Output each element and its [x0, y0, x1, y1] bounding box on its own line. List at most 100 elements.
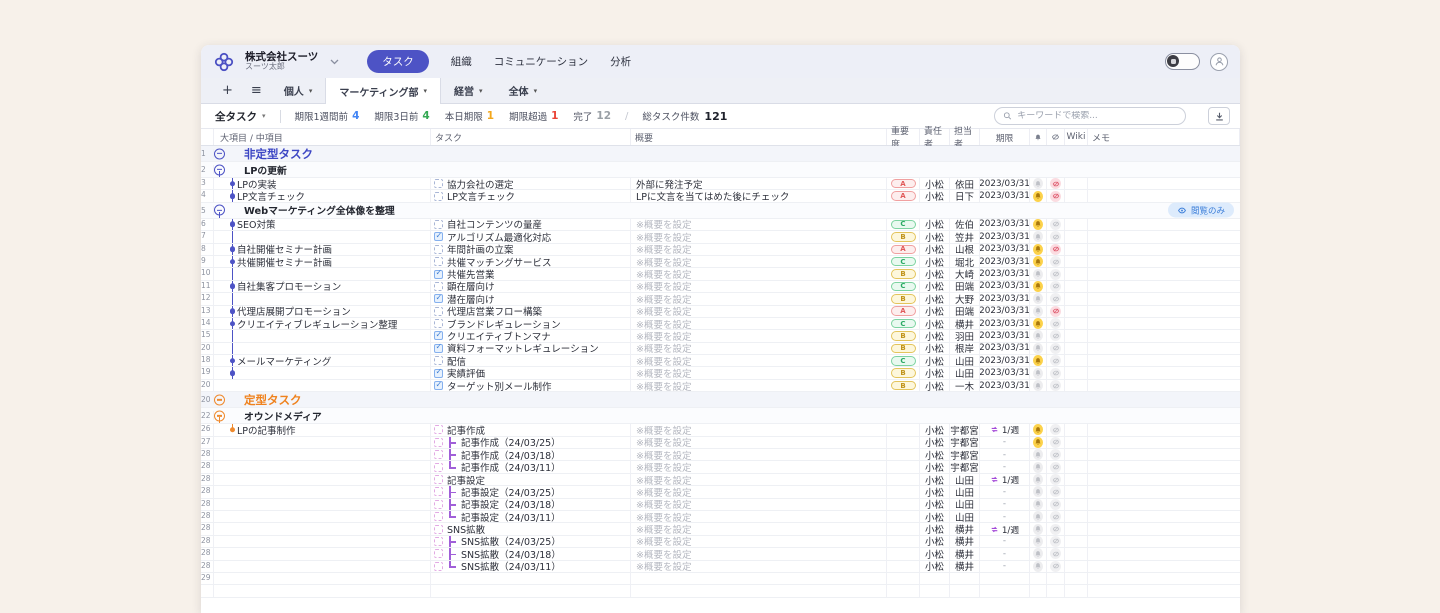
- cell-due[interactable]: -: [980, 486, 1030, 497]
- cell-visibility[interactable]: [1047, 548, 1065, 559]
- eye-off-red-icon[interactable]: [1050, 244, 1061, 255]
- cell-notification[interactable]: [1030, 573, 1047, 585]
- checkbox-unchecked[interactable]: [434, 450, 443, 459]
- cell-owner[interactable]: [920, 585, 950, 597]
- cell-desc[interactable]: ※概要を設定: [631, 268, 887, 279]
- cell-visibility[interactable]: [1047, 244, 1065, 255]
- cell-desc[interactable]: ※概要を設定: [631, 318, 887, 329]
- cell-owner[interactable]: 小松: [920, 380, 950, 391]
- eye-off-gray-icon[interactable]: [1050, 437, 1061, 448]
- cell-notification[interactable]: [1030, 306, 1047, 317]
- cell-visibility[interactable]: [1047, 474, 1065, 485]
- cell-major-mid[interactable]: [214, 231, 431, 242]
- cell-assignee[interactable]: 一木: [950, 380, 980, 391]
- cell-task[interactable]: 記事作成: [431, 424, 631, 435]
- cell-notification[interactable]: [1030, 318, 1047, 329]
- cell-visibility[interactable]: [1047, 486, 1065, 497]
- cell-importance[interactable]: [887, 536, 920, 547]
- cell-major-mid[interactable]: [214, 380, 431, 391]
- cell-memo[interactable]: [1088, 256, 1240, 267]
- cell-due[interactable]: 2023/03/31: [980, 268, 1030, 279]
- cell-due[interactable]: -: [980, 561, 1030, 572]
- cell-owner[interactable]: 小松: [920, 268, 950, 279]
- filter-stat-4[interactable]: 期限超過1: [509, 109, 558, 123]
- cell-due[interactable]: -: [980, 548, 1030, 559]
- cell-assignee[interactable]: [950, 573, 980, 585]
- bell-off-icon[interactable]: [1033, 561, 1043, 572]
- cell-due[interactable]: -: [980, 511, 1030, 522]
- col-importance[interactable]: 重要度: [887, 129, 920, 145]
- cell-assignee[interactable]: [950, 585, 980, 597]
- cell-assignee[interactable]: 横井: [950, 561, 980, 572]
- cell-memo[interactable]: [1088, 190, 1240, 201]
- cell-memo[interactable]: [1088, 536, 1240, 547]
- cell-owner[interactable]: 小松: [920, 343, 950, 354]
- cell-wiki[interactable]: [1065, 461, 1088, 472]
- cell-memo[interactable]: [1088, 318, 1240, 329]
- cell-visibility[interactable]: [1047, 511, 1065, 522]
- cell-assignee[interactable]: 横井: [950, 548, 980, 559]
- eye-off-gray-icon[interactable]: [1050, 281, 1061, 292]
- cell-major-mid[interactable]: [214, 461, 431, 472]
- eye-off-gray-icon[interactable]: [1050, 355, 1061, 366]
- add-view-button[interactable]: +: [213, 78, 242, 103]
- cell-desc[interactable]: 外部に発注予定: [631, 178, 887, 189]
- bell-off-icon[interactable]: [1033, 536, 1043, 547]
- cell-memo[interactable]: [1088, 380, 1240, 391]
- cell-memo[interactable]: [1088, 424, 1240, 435]
- cell-assignee[interactable]: 横井: [950, 536, 980, 547]
- cell-owner[interactable]: 小松: [920, 548, 950, 559]
- cell-notification[interactable]: [1030, 178, 1047, 189]
- cell-task[interactable]: 共催先営業: [431, 268, 631, 279]
- cell-notification[interactable]: [1030, 231, 1047, 242]
- view-tab-3[interactable]: 経営▾: [441, 78, 496, 103]
- eye-off-gray-icon[interactable]: [1050, 511, 1061, 522]
- bell-on-icon[interactable]: [1033, 191, 1043, 202]
- bell-on-icon[interactable]: [1033, 256, 1043, 267]
- cell-due[interactable]: 2023/03/31: [980, 318, 1030, 329]
- cell-desc[interactable]: ※概要を設定: [631, 343, 887, 354]
- cell-major-mid[interactable]: [214, 293, 431, 304]
- cell-task[interactable]: 記事作成（24/03/11）: [431, 461, 631, 472]
- cell-due[interactable]: 1/週: [980, 424, 1030, 435]
- cell-wiki[interactable]: [1065, 178, 1088, 189]
- col-desc[interactable]: 概要: [631, 129, 887, 145]
- cell-visibility[interactable]: [1047, 367, 1065, 378]
- cell-owner[interactable]: 小松: [920, 244, 950, 255]
- cell-assignee[interactable]: 宇都宮: [950, 449, 980, 460]
- checkbox-unchecked[interactable]: [434, 220, 443, 229]
- checkbox-unchecked[interactable]: [434, 463, 443, 472]
- checkbox-checked[interactable]: [434, 369, 443, 378]
- checkbox-unchecked[interactable]: [434, 192, 443, 201]
- cell-wiki[interactable]: [1065, 256, 1088, 267]
- cell-desc[interactable]: ※概要を設定: [631, 355, 887, 366]
- bell-off-icon[interactable]: [1033, 499, 1043, 510]
- bell-off-icon[interactable]: [1033, 474, 1043, 485]
- cell-notification[interactable]: [1030, 548, 1047, 559]
- checkbox-unchecked[interactable]: [434, 500, 443, 509]
- eye-off-red-icon[interactable]: [1050, 191, 1061, 202]
- checkbox-unchecked[interactable]: [434, 549, 443, 558]
- cell-visibility[interactable]: [1047, 449, 1065, 460]
- cell-due[interactable]: 2023/03/31: [980, 281, 1030, 292]
- cell-owner[interactable]: 小松: [920, 306, 950, 317]
- cell-assignee[interactable]: 根岸: [950, 343, 980, 354]
- cell-desc[interactable]: ※概要を設定: [631, 330, 887, 341]
- cell-notification[interactable]: [1030, 330, 1047, 341]
- cell-wiki[interactable]: [1065, 318, 1088, 329]
- eye-off-gray-icon[interactable]: [1050, 368, 1061, 379]
- cell-visibility[interactable]: [1047, 219, 1065, 230]
- cell-memo[interactable]: [1088, 474, 1240, 485]
- cell-owner[interactable]: 小松: [920, 437, 950, 448]
- cell-importance[interactable]: [887, 585, 920, 597]
- cell-memo[interactable]: [1088, 330, 1240, 341]
- cell-assignee[interactable]: 山田: [950, 367, 980, 378]
- cell-desc[interactable]: ※概要を設定: [631, 499, 887, 510]
- collapse-minus-icon[interactable]: [214, 394, 225, 405]
- cell-memo[interactable]: [1088, 367, 1240, 378]
- cell-visibility[interactable]: [1047, 256, 1065, 267]
- cell-wiki[interactable]: [1065, 244, 1088, 255]
- cell-desc[interactable]: ※概要を設定: [631, 281, 887, 292]
- bell-on-icon[interactable]: [1033, 437, 1043, 448]
- cell-memo[interactable]: [1088, 548, 1240, 559]
